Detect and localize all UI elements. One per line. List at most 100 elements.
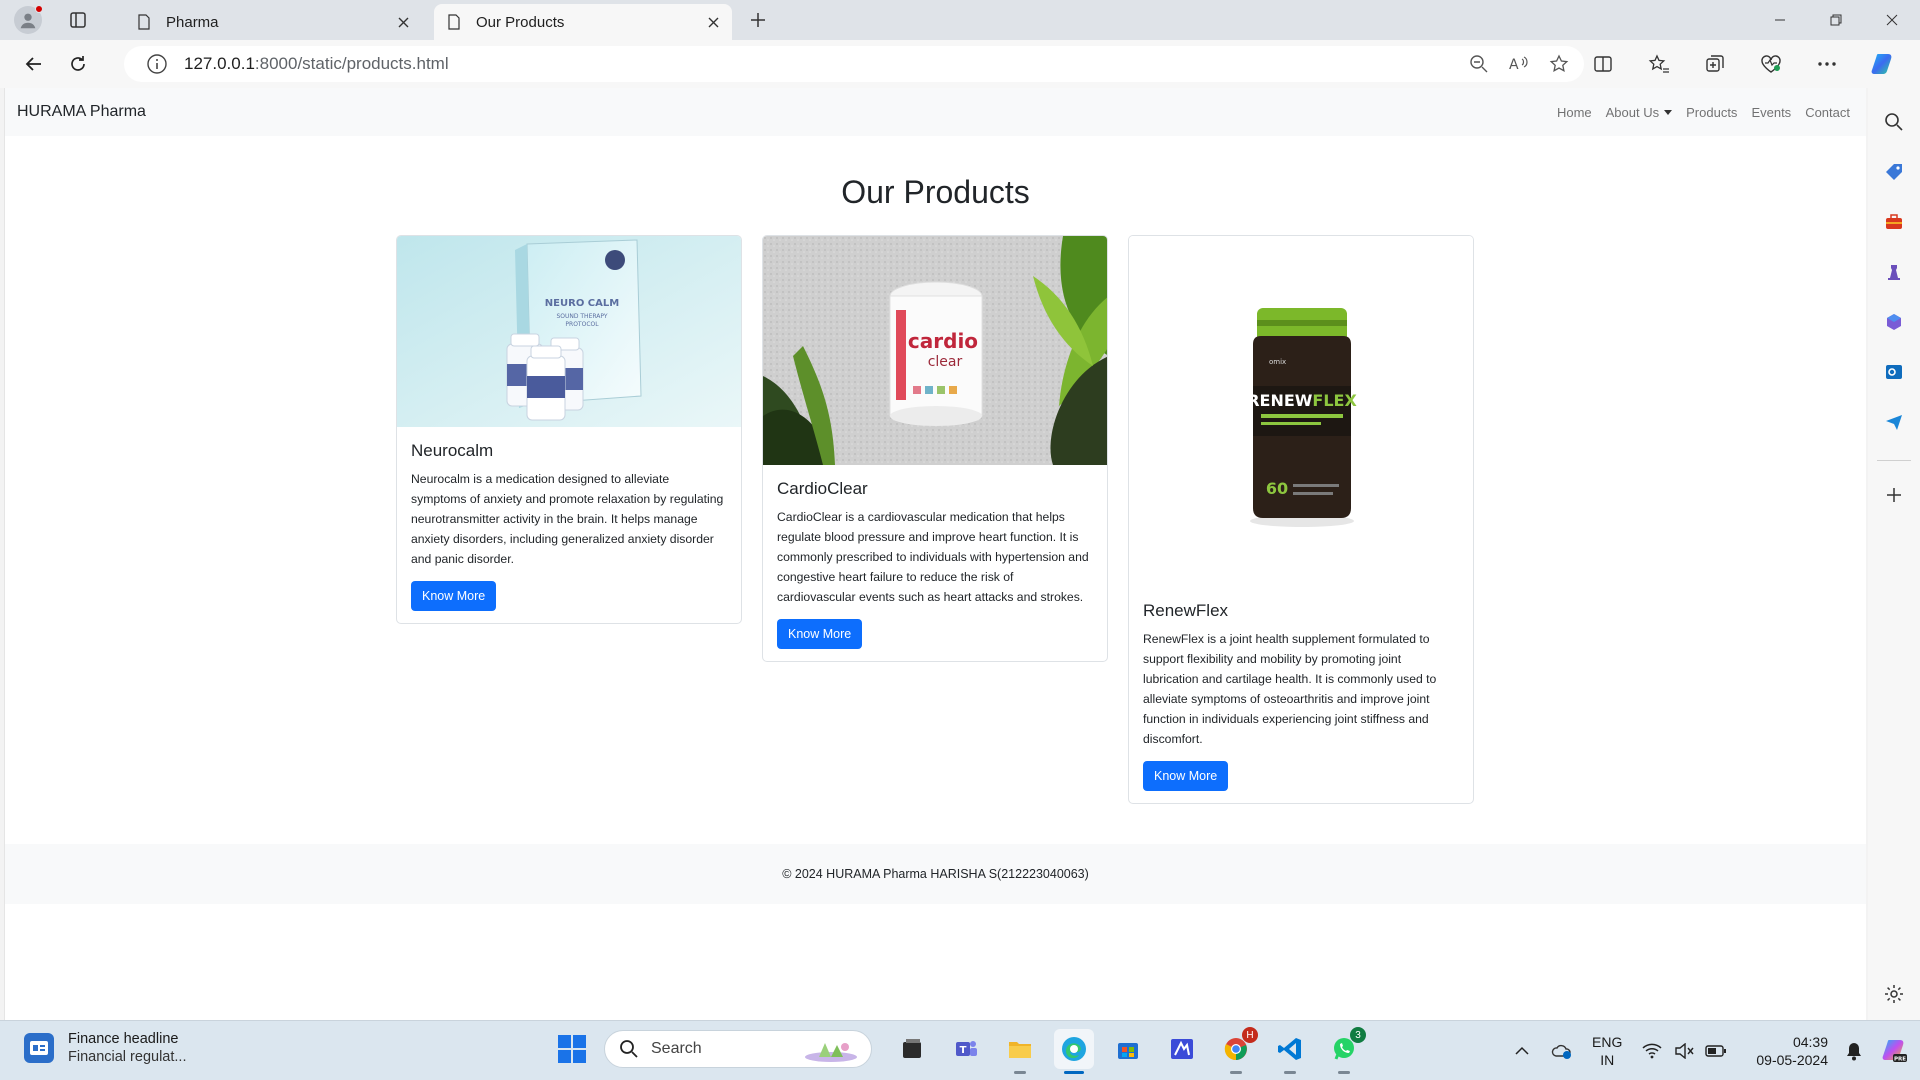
page-title: Our Products: [841, 174, 1030, 210]
read-aloud-button[interactable]: A: [1506, 52, 1532, 76]
nav-products[interactable]: Products: [1686, 105, 1737, 120]
sidebar-shopping-button[interactable]: [1878, 156, 1910, 188]
close-window-button[interactable]: [1864, 0, 1920, 40]
site-brand[interactable]: HURAMA Pharma: [17, 103, 146, 121]
site-footer: © 2024 HURAMA Pharma HARISHA S(212223040…: [5, 844, 1866, 904]
read-aloud-icon: A: [1509, 56, 1528, 73]
taskbar-search[interactable]: Search: [604, 1030, 872, 1068]
taskbar-app-vscode[interactable]: [1270, 1029, 1310, 1074]
taskbar-app-chrome[interactable]: H: [1216, 1027, 1258, 1074]
split-screen-button[interactable]: [1582, 46, 1624, 82]
back-button[interactable]: [16, 46, 52, 82]
copilot-button[interactable]: [1862, 46, 1904, 82]
close-tab-icon[interactable]: [704, 13, 722, 31]
news-icon: [24, 1033, 54, 1063]
cardioclear-product-image: cardio clear: [763, 236, 1107, 465]
store-icon: [1118, 1043, 1138, 1059]
copilot-preview-button[interactable]: PRE: [1878, 1035, 1910, 1067]
notifications-button[interactable]: [1838, 1035, 1870, 1067]
sidebar-m365-button[interactable]: [1878, 306, 1910, 338]
reload-button[interactable]: [60, 46, 96, 82]
search-icon: [620, 1040, 638, 1058]
vscode-icon: [1278, 1038, 1301, 1060]
card-body: RenewFlex RenewFlex is a joint health su…: [1129, 587, 1473, 803]
show-hidden-icons-button[interactable]: [1506, 1035, 1538, 1067]
collections-icon: [1706, 55, 1724, 72]
tab-actions-button[interactable]: [64, 6, 92, 34]
favorites-button[interactable]: [1638, 46, 1680, 82]
person-icon: [20, 13, 36, 29]
sidebar-tools-button[interactable]: [1878, 206, 1910, 238]
clock[interactable]: 04:39 09-05-2024: [1756, 1033, 1828, 1069]
svg-text:omix: omix: [1269, 358, 1286, 366]
toolbar-right-actions: [1582, 46, 1904, 82]
zoom-out-icon: [1470, 55, 1488, 73]
product-name: Neurocalm: [411, 441, 494, 460]
nav-home[interactable]: Home: [1557, 105, 1592, 120]
language-indicator[interactable]: ENG IN: [1592, 1033, 1622, 1069]
profile-avatar[interactable]: [14, 5, 43, 34]
search-highlight-icon: [805, 1043, 857, 1062]
taskbar-app-whatsapp[interactable]: 3: [1324, 1027, 1366, 1074]
sidebar-games-button[interactable]: [1878, 256, 1910, 288]
tab-pharma[interactable]: Pharma: [124, 4, 422, 40]
svg-text:PRE: PRE: [1894, 1057, 1906, 1063]
nav-contact[interactable]: Contact: [1805, 105, 1850, 120]
sidebar-settings-button[interactable]: [1878, 978, 1910, 1010]
running-indicator: [1230, 1071, 1242, 1074]
sidebar-outlook-button[interactable]: [1878, 356, 1910, 388]
battery-icon: [1705, 1045, 1727, 1057]
nav-events[interactable]: Events: [1751, 105, 1791, 120]
site-navbar: HURAMA Pharma Home About Us Products Eve…: [5, 88, 1866, 136]
minimize-button[interactable]: [1752, 0, 1808, 40]
product-description: RenewFlex is a joint health supplement f…: [1143, 632, 1437, 746]
copilot-pre-icon: PRE: [1882, 1040, 1907, 1063]
back-arrow-icon: [25, 57, 41, 71]
svg-text:T: T: [960, 1045, 967, 1056]
tab-title: Our Products: [476, 13, 565, 31]
svg-text:A: A: [1509, 57, 1519, 73]
collections-button[interactable]: [1694, 46, 1736, 82]
favorite-button[interactable]: [1546, 52, 1572, 76]
renewflex-product-image: RENEWFLEX 60 omix: [1129, 236, 1473, 587]
volume-button[interactable]: [1668, 1035, 1700, 1067]
split-screen-icon: [1594, 56, 1612, 72]
know-more-button-renewflex[interactable]: Know More: [1143, 761, 1229, 791]
chevron-up-icon: [1515, 1046, 1529, 1055]
taskbar-center: Search T H 3: [552, 1027, 1366, 1074]
page-icon: [448, 14, 460, 30]
running-indicator: [1284, 1071, 1296, 1074]
taskbar-app-edge[interactable]: [1054, 1029, 1094, 1074]
battery-button[interactable]: [1700, 1035, 1732, 1067]
file-explorer-dark-icon: [903, 1039, 921, 1058]
sidebar-search-button[interactable]: [1878, 106, 1910, 138]
start-button[interactable]: [552, 1029, 592, 1069]
browser-essentials-button[interactable]: [1750, 46, 1792, 82]
site-info-icon[interactable]: [146, 53, 168, 75]
settings-more-button[interactable]: [1806, 46, 1848, 82]
svg-text:clear: clear: [928, 354, 963, 370]
restore-button[interactable]: [1808, 0, 1864, 40]
zoom-out-button[interactable]: [1466, 52, 1492, 76]
sidebar-add-button[interactable]: [1878, 479, 1910, 511]
tab-our-products[interactable]: Our Products: [434, 4, 732, 40]
news-widget[interactable]: Finance headline Financial regulat...: [24, 1031, 186, 1065]
wifi-button[interactable]: [1636, 1035, 1668, 1067]
taskbar-app-powerapps[interactable]: [1162, 1029, 1202, 1069]
sidebar-send-button[interactable]: [1878, 406, 1910, 438]
know-more-button-neurocalm[interactable]: Know More: [411, 581, 497, 611]
taskbar-app-teams[interactable]: T: [946, 1029, 986, 1069]
taskbar-app-store[interactable]: [1108, 1029, 1148, 1069]
taskbar-app-explorer[interactable]: [1000, 1029, 1040, 1074]
page-viewport: HURAMA Pharma Home About Us Products Eve…: [4, 88, 1866, 1020]
know-more-button-cardioclear[interactable]: Know More: [777, 619, 863, 649]
address-bar[interactable]: 127.0.0.1:8000/static/products.html A: [124, 46, 1584, 82]
taskbar-app-files[interactable]: [892, 1029, 932, 1069]
nav-about-dropdown[interactable]: About Us: [1606, 105, 1673, 120]
clock-date: 09-05-2024: [1756, 1052, 1828, 1068]
svg-text:SOUND THERAPY: SOUND THERAPY: [556, 313, 607, 320]
close-tab-icon[interactable]: [394, 13, 412, 31]
new-tab-button[interactable]: [744, 6, 772, 34]
onedrive-button[interactable]: [1546, 1035, 1578, 1067]
svg-text:PROTOCOL: PROTOCOL: [565, 321, 599, 328]
